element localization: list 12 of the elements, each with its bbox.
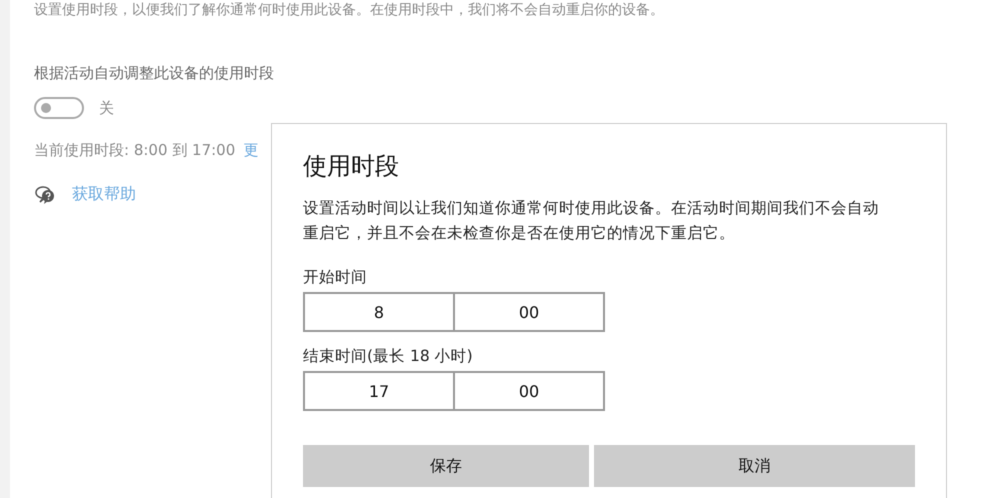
current-hours: 当前使用时段: 8:00 到 17:00 (34, 141, 236, 160)
field-label: 结束时间(最长 18 小时) (303, 346, 474, 367)
dialog-description: 设置活动时间以让我们知道你通常何时使用此设备。在活动时间期间我们不会自动重启它，并且不会在未检查你是否在使用它的情况下重启它。 (303, 198, 880, 244)
setting-label: 根据活动自动调整此设备的使用时段 (34, 63, 275, 83)
cancel-button[interactable]: 取消 (594, 445, 915, 487)
chat-help-icon (34, 184, 56, 204)
intro-text: 设置使用时段，以便我们了解你通常何时使用此设备。在使用时段中，我们将不会自动重启你的设备。 (34, 1, 664, 20)
dialog-title: 使用时段 (303, 151, 400, 182)
toggle-switch[interactable] (34, 97, 84, 119)
field-label: 开始时间 (303, 267, 368, 288)
toggle-state: 关 (99, 98, 114, 118)
save-button[interactable]: 保存 (303, 445, 590, 487)
